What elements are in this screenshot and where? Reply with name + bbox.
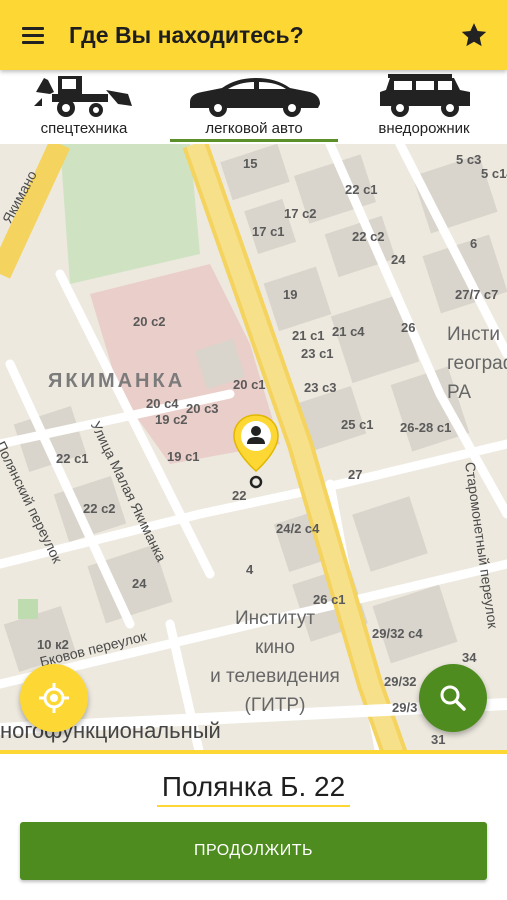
continue-button[interactable]: ПРОДОЛЖИТЬ xyxy=(20,822,487,880)
building-number: 26 xyxy=(401,320,416,335)
search-button[interactable] xyxy=(419,664,487,732)
car-icon xyxy=(190,78,320,117)
building-number: 24/2 с4 xyxy=(276,521,320,536)
tab-label: легковой авто xyxy=(205,120,303,137)
building-number: 29/32 xyxy=(384,674,417,689)
building-number: 27/7 с7 xyxy=(455,287,499,302)
poi-label: Институт кино и телевидения (ГИТР) xyxy=(210,608,340,716)
building-number: 34 xyxy=(462,650,477,665)
selected-address[interactable]: Полянка Б. 22 xyxy=(0,771,507,803)
building-number: 4 xyxy=(246,562,254,577)
star-icon[interactable] xyxy=(459,20,489,50)
building-number: 15 xyxy=(243,156,258,171)
locate-icon xyxy=(39,683,69,713)
panel-divider xyxy=(0,750,507,754)
selected-tab-indicator xyxy=(170,139,338,142)
building-number: 17 с1 xyxy=(252,224,285,239)
address-panel: Полянка Б. 22 ПРОДОЛЖИТЬ xyxy=(0,750,507,900)
suv-icon xyxy=(380,74,470,117)
building-number: 22 с2 xyxy=(352,229,385,244)
building-number: 20 с2 xyxy=(133,314,166,329)
building-number: 24 xyxy=(132,576,147,591)
tab-passenger-car[interactable]: легковой авто xyxy=(170,70,338,144)
search-icon xyxy=(440,685,466,711)
building-number: 10 к2 xyxy=(37,637,69,652)
building-number: 23 с3 xyxy=(304,380,337,395)
building-number: 20 с3 xyxy=(186,401,219,416)
tab-suv[interactable]: внедорожник xyxy=(354,70,494,144)
building-number: 22 xyxy=(232,488,247,503)
tab-special-machinery[interactable]: спецтехника xyxy=(14,70,154,144)
building-number: 20 с4 xyxy=(146,396,179,411)
building-number: 25 с1 xyxy=(341,417,374,432)
address-underline xyxy=(157,805,350,807)
building-number: 19 с1 xyxy=(167,449,200,464)
app-bar: Где Вы находитесь? xyxy=(0,0,507,70)
building-number: 26 с1 xyxy=(313,592,346,607)
building-number: 22 с1 xyxy=(56,451,89,466)
tab-label: внедорожник xyxy=(378,120,470,137)
building-number: 19 с2 xyxy=(155,412,188,427)
building-number: 17 с2 xyxy=(284,206,317,221)
building-number: 26-28 с1 xyxy=(400,420,452,435)
poi-label: Инсти географ РА xyxy=(447,324,507,403)
district-label: ЯКИМАНКА xyxy=(48,370,186,392)
building-number: 21 с1 xyxy=(292,328,325,343)
page-title: Где Вы находитесь? xyxy=(69,22,304,48)
location-pin-icon xyxy=(233,414,279,489)
building-number: 21 с4 xyxy=(332,324,365,339)
building-number: 23 с1 xyxy=(301,346,334,361)
menu-icon[interactable] xyxy=(20,24,50,48)
building-number: 5 с14 xyxy=(481,166,507,181)
building-number: 22 с2 xyxy=(83,501,116,516)
building-number: 20 с1 xyxy=(233,377,266,392)
building-number: 29/3 xyxy=(392,700,418,715)
excavator-icon xyxy=(34,76,132,117)
vehicle-type-tabs: спецтехника легковой авто внедорожник xyxy=(0,70,507,144)
building-number: 5 с3 xyxy=(456,152,482,167)
locate-me-button[interactable] xyxy=(20,664,88,732)
building-number: 19 xyxy=(283,287,298,302)
building-number: 6 xyxy=(470,236,478,251)
building-number: 24 xyxy=(391,252,406,267)
building-number: 22 с1 xyxy=(345,182,378,197)
building-number: 31 xyxy=(431,732,446,747)
tab-label: спецтехника xyxy=(40,120,128,137)
building-number: 29/32 с4 xyxy=(372,626,423,641)
building-number: 27 xyxy=(348,467,363,482)
